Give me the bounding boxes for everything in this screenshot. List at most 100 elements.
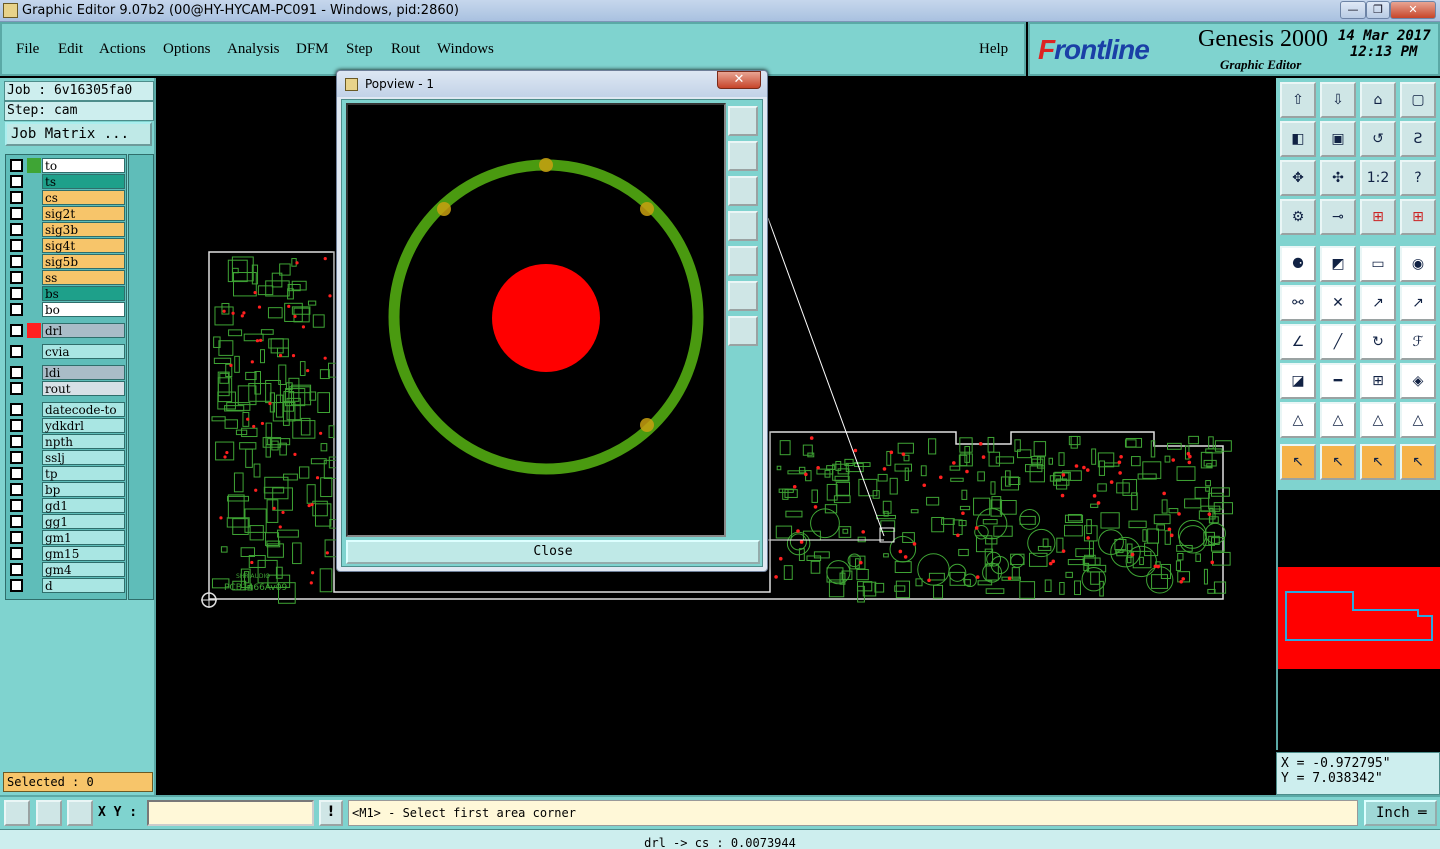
layer-checkbox[interactable] — [10, 579, 23, 592]
menu-rout[interactable]: Rout — [391, 41, 420, 58]
slash-icon[interactable]: ╱ — [1320, 324, 1356, 360]
layer-checkbox[interactable] — [10, 403, 23, 416]
layer-row-sig4t[interactable]: sig4t — [8, 238, 126, 253]
layer-row-datecode-to[interactable]: datecode-to — [8, 402, 126, 417]
menu-windows[interactable]: Windows — [437, 41, 494, 58]
popview-close-x[interactable]: ✕ — [717, 71, 761, 89]
layers-red2-icon[interactable]: ⊞ — [1400, 199, 1436, 235]
layer-checkbox[interactable] — [10, 515, 23, 528]
zoom-page-icon[interactable]: ⇩ — [1320, 82, 1356, 118]
minimize-button[interactable]: — — [1340, 1, 1366, 19]
layer-checkbox[interactable] — [10, 159, 23, 172]
layer-row-cs[interactable]: cs — [8, 190, 126, 205]
layer-row-npth[interactable]: npth — [8, 434, 126, 449]
menu-help[interactable]: Help — [979, 41, 1008, 58]
layer-checkbox[interactable] — [10, 419, 23, 432]
measure-icon[interactable]: ⚙ — [1280, 199, 1316, 235]
layer-row-drl[interactable]: drl — [8, 323, 126, 338]
layer-row-to[interactable]: to — [8, 158, 126, 173]
menu-analysis[interactable]: Analysis — [227, 41, 280, 58]
layer-row-gm1[interactable]: gm1 — [8, 530, 126, 545]
center-icon[interactable]: ✣ — [1320, 160, 1356, 196]
popview-canvas[interactable] — [346, 103, 726, 537]
layer-checkbox[interactable] — [10, 255, 23, 268]
layer-checkbox[interactable] — [10, 451, 23, 464]
layer-checkbox[interactable] — [10, 563, 23, 576]
layer-row-tp[interactable]: tp — [8, 466, 126, 481]
popview-tool-1-icon[interactable] — [728, 106, 758, 136]
layer-checkbox[interactable] — [10, 324, 23, 337]
line2-icon[interactable]: ↗ — [1400, 285, 1436, 321]
draw-icon[interactable]: ◩ — [1320, 246, 1356, 282]
menu-dfm[interactable]: DFM — [296, 41, 329, 58]
layer-row-ydkdrl[interactable]: ydkdrl — [8, 418, 126, 433]
layer-checkbox[interactable] — [10, 531, 23, 544]
scale-1-2-icon[interactable]: 1:2 — [1360, 160, 1396, 196]
popview-tool-5-icon[interactable] — [728, 246, 758, 276]
tri2-icon[interactable]: △ — [1320, 402, 1356, 438]
layer-row-sig3b[interactable]: sig3b — [8, 222, 126, 237]
zoom-home-icon[interactable]: ⇧ — [1280, 82, 1316, 118]
edit-icon[interactable] — [36, 800, 62, 826]
menu-options[interactable]: Options — [163, 41, 211, 58]
tri-icon[interactable]: △ — [1280, 402, 1316, 438]
connect-icon[interactable]: ⚯ — [1280, 285, 1316, 321]
popview-tool-3-icon[interactable] — [728, 176, 758, 206]
snap-icon[interactable] — [4, 800, 30, 826]
layer-row-bs[interactable]: bs — [8, 286, 126, 301]
job-matrix-button[interactable]: Job Matrix ... — [5, 122, 152, 146]
layer-row-d[interactable]: d — [8, 578, 126, 593]
window-icon[interactable]: ▢ — [1400, 82, 1436, 118]
minus-icon[interactable]: ━ — [1320, 363, 1356, 399]
popview-tool-6-icon[interactable] — [728, 281, 758, 311]
xy-input[interactable] — [147, 800, 314, 826]
layer-row-bo[interactable]: bo — [8, 302, 126, 317]
layer-checkbox[interactable] — [10, 191, 23, 204]
shapes-icon[interactable]: ◈ — [1400, 363, 1436, 399]
home-icon[interactable]: ⌂ — [1360, 82, 1396, 118]
unit-selector[interactable]: Inch ═ — [1364, 800, 1437, 826]
layers-red-icon[interactable]: ⊞ — [1360, 199, 1396, 235]
angle-icon[interactable]: ∠ — [1280, 324, 1316, 360]
ruler-icon[interactable]: ▭ — [1360, 246, 1396, 282]
popview-close-button[interactable]: Close — [346, 540, 760, 564]
layer-checkbox[interactable] — [10, 547, 23, 560]
flip-icon[interactable]: ↺ — [1360, 121, 1396, 157]
layer-checkbox[interactable] — [10, 345, 23, 358]
layer-checkbox[interactable] — [10, 382, 23, 395]
layer-row-gm15[interactable]: gm15 — [8, 546, 126, 561]
popview-tool-4-icon[interactable] — [728, 211, 758, 241]
help-icon[interactable]: ? — [1400, 160, 1436, 196]
grid-icon[interactable]: ⊞ — [1360, 363, 1396, 399]
cursor-icon[interactable]: ⚈ — [1280, 246, 1316, 282]
pointer-icon[interactable]: ↖ — [1280, 444, 1316, 480]
layer-checkbox[interactable] — [10, 303, 23, 316]
popview-tool-7-icon[interactable] — [728, 316, 758, 346]
layer-checkbox[interactable] — [10, 499, 23, 512]
line-icon[interactable]: ↗ — [1360, 285, 1396, 321]
pan-left-icon[interactable]: ◧ — [1280, 121, 1316, 157]
mirror-icon[interactable]: Ƨ — [1400, 121, 1436, 157]
popview-titlebar[interactable]: Popview - 1 ✕ — [337, 71, 767, 97]
pointer-box-icon[interactable]: ↖ — [1320, 444, 1356, 480]
layer-checkbox[interactable] — [10, 287, 23, 300]
fit-icon[interactable]: ✥ — [1280, 160, 1316, 196]
grid-icon[interactable] — [67, 800, 93, 826]
snap-icon[interactable]: ⊸ — [1320, 199, 1356, 235]
alert-button[interactable]: ! — [319, 800, 343, 826]
menu-step[interactable]: Step — [346, 41, 373, 58]
layer-checkbox[interactable] — [10, 175, 23, 188]
layer-row-gd1[interactable]: gd1 — [8, 498, 126, 513]
ff-icon[interactable]: ℱ — [1400, 324, 1436, 360]
layer-row-gm4[interactable]: gm4 — [8, 562, 126, 577]
pad-icon[interactable]: ◪ — [1280, 363, 1316, 399]
record-icon[interactable]: ◉ — [1400, 246, 1436, 282]
cross-icon[interactable]: ✕ — [1320, 285, 1356, 321]
menu-file[interactable]: File — [16, 41, 39, 58]
layer-row-ldi[interactable]: ldi — [8, 365, 126, 380]
layer-row-rout[interactable]: rout — [8, 381, 126, 396]
rotate-icon[interactable]: ↻ — [1360, 324, 1396, 360]
pointer-circle-icon[interactable]: ↖ — [1360, 444, 1396, 480]
layer-row-cvia[interactable]: cvia — [8, 344, 126, 359]
layer-checkbox[interactable] — [10, 223, 23, 236]
